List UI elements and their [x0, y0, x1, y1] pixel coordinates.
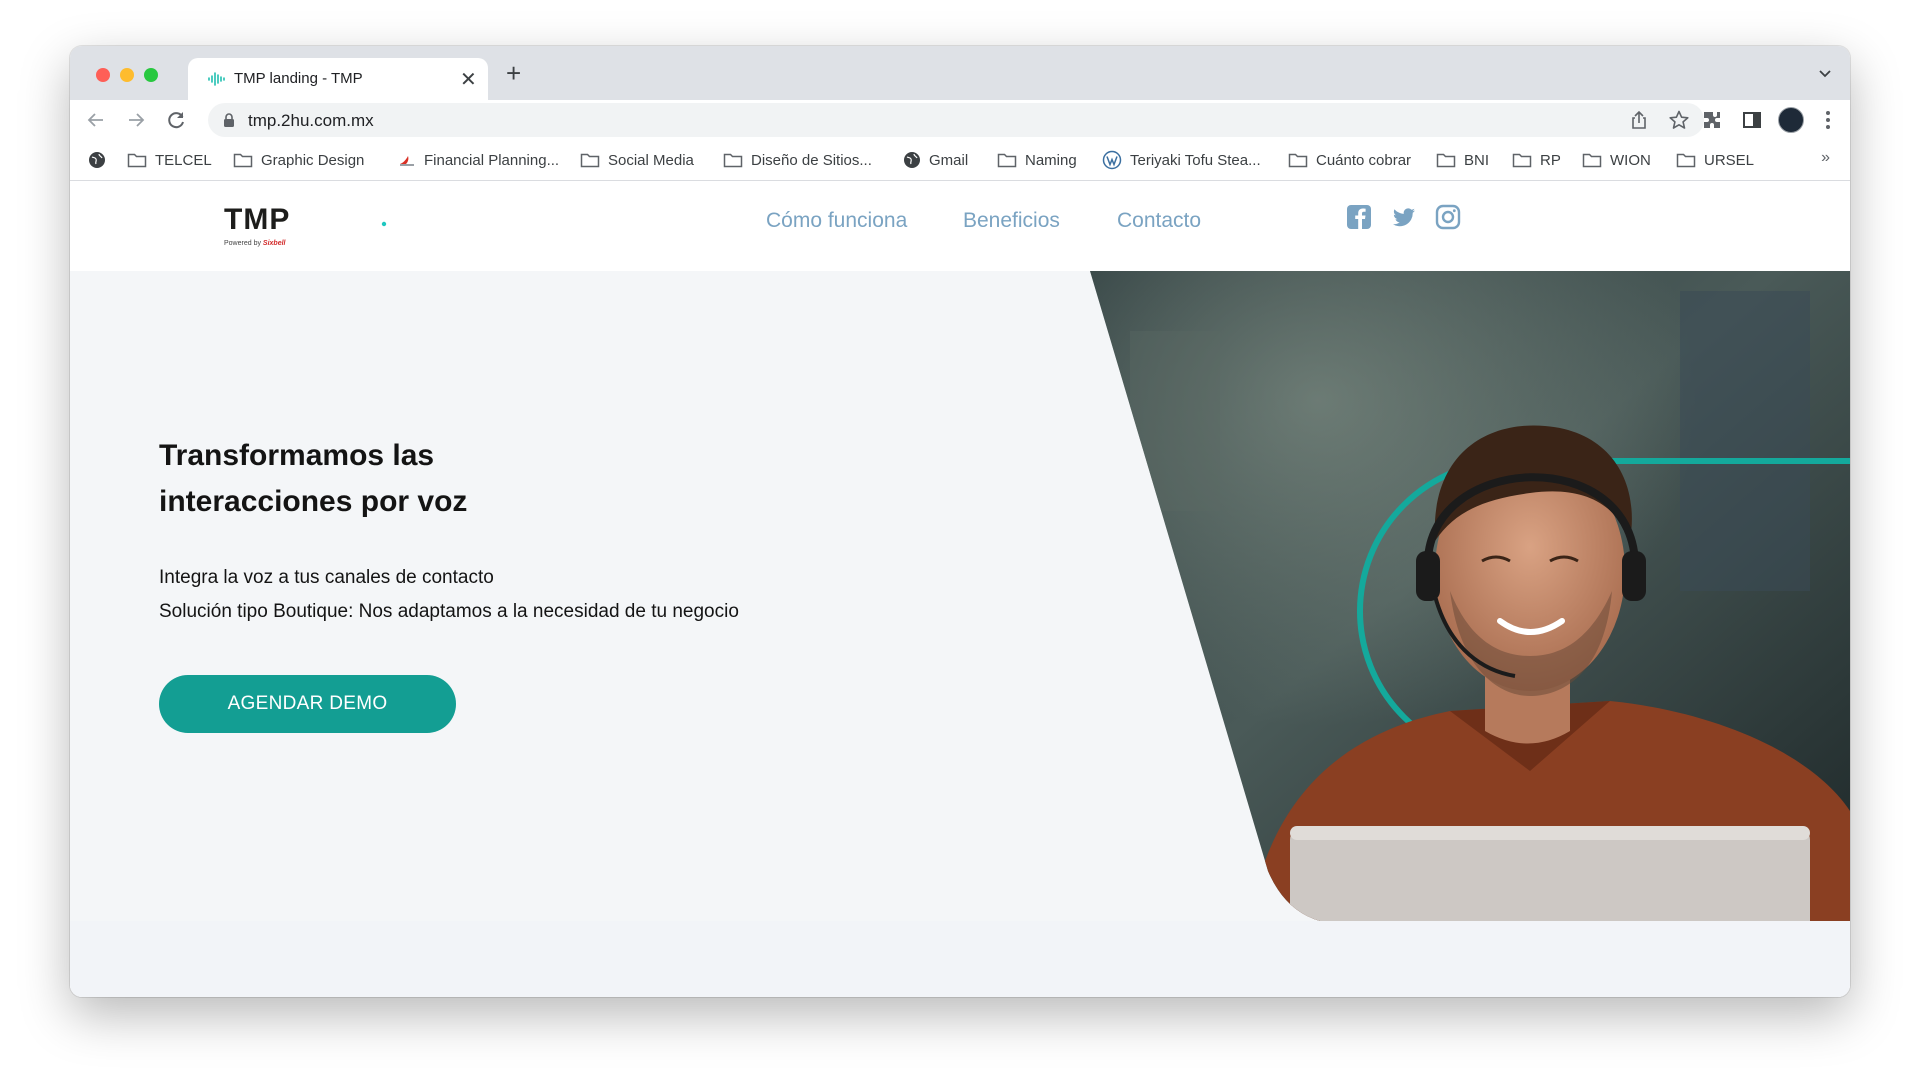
folder-icon — [233, 153, 253, 168]
url-text[interactable]: tmp.2hu.com.mx — [248, 111, 374, 131]
address-bar[interactable]: tmp.2hu.com.mx — [208, 103, 1704, 137]
folder-icon — [1582, 153, 1602, 168]
bookmark-label: WION — [1610, 151, 1651, 169]
forward-arrow-icon[interactable] — [124, 108, 148, 132]
share-icon[interactable] — [1628, 109, 1650, 131]
bookmark-label: RP — [1540, 151, 1561, 169]
tab-close-icon[interactable]: ✕ — [460, 67, 477, 92]
instagram-icon[interactable] — [1434, 203, 1462, 231]
bookmark-label: Social Media — [608, 151, 694, 169]
tab-search-chevron-icon[interactable] — [1816, 64, 1834, 82]
next-section-band — [70, 921, 1850, 997]
bookmark-label: Graphic Design — [261, 151, 365, 169]
folder-icon — [1436, 153, 1456, 168]
tab-title: TMP landing - TMP — [234, 70, 363, 87]
new-tab-button[interactable]: + — [506, 58, 521, 88]
maximize-window-button[interactable] — [144, 68, 158, 82]
site-header: TMP Powered by Sixbell Cómo funciona Ben… — [70, 181, 1850, 271]
bookmark-label: Cuánto cobrar — [1316, 151, 1412, 169]
bookmark-item[interactable] — [88, 140, 114, 180]
bookmark-label: Teriyaki Tofu Stea... — [1130, 151, 1261, 169]
lock-icon[interactable] — [222, 112, 236, 128]
logo-wordmark: TMP — [224, 203, 291, 236]
bookmark-star-icon[interactable] — [1668, 109, 1690, 131]
reload-icon[interactable] — [164, 108, 188, 132]
browser-window: TMP landing - TMP ✕ + tmp.2hu.com.mx TEL… — [70, 46, 1850, 997]
bookmark-label: Gmail — [929, 151, 969, 169]
folder-icon — [723, 153, 743, 168]
agendar-demo-button[interactable]: AGENDAR DEMO — [159, 675, 456, 733]
web-page: TMP Powered by Sixbell Cómo funciona Ben… — [70, 181, 1850, 997]
globe-icon — [89, 152, 105, 168]
folder-icon — [1676, 153, 1696, 168]
bookmarks-bar: TELCEL Graphic Design Financial Planning… — [70, 140, 1850, 181]
hero-title: Transformamos las interacciones por voz — [159, 439, 468, 518]
folder-icon — [997, 153, 1017, 168]
bookmark-item[interactable]: Diseño de Sitios... — [723, 140, 872, 180]
back-arrow-icon[interactable] — [84, 108, 108, 132]
globe-icon — [904, 152, 920, 168]
bookmark-label: Financial Planning... — [424, 151, 560, 169]
bookmark-item[interactable]: WION — [1582, 140, 1651, 180]
bookmark-label: URSEL — [1704, 151, 1755, 169]
bookmark-item[interactable]: TELCEL — [127, 140, 212, 180]
facebook-icon[interactable] — [1345, 203, 1373, 231]
bookmark-item[interactable]: Naming — [997, 140, 1077, 180]
bookmark-item[interactable]: Teriyaki Tofu Stea... — [1102, 140, 1261, 180]
tmp-logo[interactable]: TMP Powered by Sixbell — [224, 203, 394, 253]
hero-subtitle: Integra la voz a tus canales de contacto… — [159, 567, 739, 622]
folder-icon — [580, 153, 600, 168]
bookmarks-overflow-button[interactable]: » — [1821, 149, 1830, 167]
menu-kebab-icon[interactable] — [1816, 108, 1840, 132]
twitter-icon[interactable] — [1390, 203, 1418, 231]
side-panel-icon[interactable] — [1740, 108, 1764, 132]
bookmark-label: BNI — [1464, 151, 1490, 169]
logo-powered-by: Powered by Sixbell — [224, 240, 286, 247]
browser-toolbar: tmp.2hu.com.mx — [70, 100, 1850, 140]
sound-wave-icon — [306, 204, 387, 244]
extensions-puzzle-icon[interactable] — [1700, 108, 1724, 132]
folder-icon — [127, 153, 147, 168]
wordpress-icon — [1102, 150, 1122, 170]
nav-link-como-funciona[interactable]: Cómo funciona — [766, 209, 907, 233]
bookmark-item[interactable]: Gmail — [903, 140, 968, 180]
nav-link-contacto[interactable]: Contacto — [1117, 209, 1201, 233]
bookmark-label: Naming — [1025, 151, 1077, 169]
site-favicon-icon — [400, 156, 414, 166]
bookmark-item[interactable]: BNI — [1436, 140, 1489, 180]
bookmark-item[interactable]: URSEL — [1676, 140, 1754, 180]
bookmark-item[interactable]: Financial Planning... — [398, 140, 559, 180]
close-window-button[interactable] — [96, 68, 110, 82]
wave-favicon-icon — [208, 72, 225, 86]
profile-avatar[interactable] — [1778, 107, 1804, 133]
nav-link-beneficios[interactable]: Beneficios — [963, 209, 1060, 233]
bookmark-item[interactable]: Cuánto cobrar — [1288, 140, 1411, 180]
folder-icon — [1288, 153, 1308, 168]
bookmark-item[interactable]: Graphic Design — [233, 140, 364, 180]
tab-strip: TMP landing - TMP ✕ + — [70, 46, 1850, 100]
hero-photo — [1090, 271, 1850, 921]
folder-icon — [1512, 153, 1532, 168]
minimize-window-button[interactable] — [120, 68, 134, 82]
hero-section: Transformamos las interacciones por voz … — [70, 271, 1850, 921]
bookmark-label: TELCEL — [155, 151, 212, 169]
browser-tab[interactable]: TMP landing - TMP ✕ — [188, 58, 488, 100]
bookmark-item[interactable]: Social Media — [580, 140, 694, 180]
bookmark-label: Diseño de Sitios... — [751, 151, 872, 169]
bookmark-item[interactable]: RP — [1512, 140, 1561, 180]
